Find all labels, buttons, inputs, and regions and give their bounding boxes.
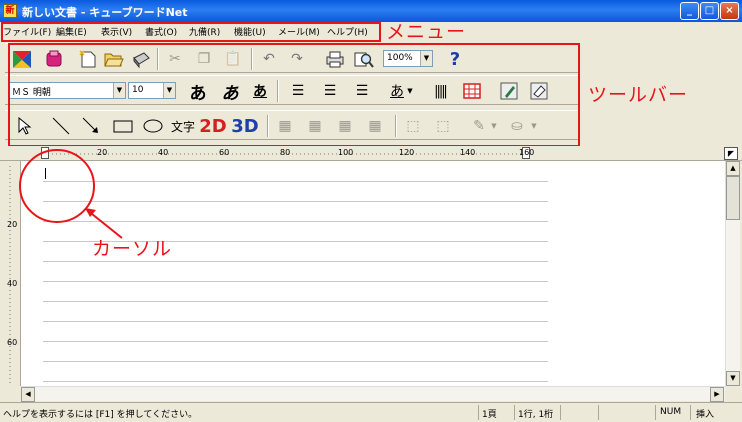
scroll-left-icon[interactable]: ◀ xyxy=(21,387,35,402)
toolbar-highlight-box xyxy=(8,43,580,147)
ruler-label: 140 xyxy=(460,148,476,157)
title-bar[interactable]: 新 新しい文書 - キューブワードNet _ □ × xyxy=(0,0,742,22)
vertical-scrollbar[interactable]: ▲ ▼ xyxy=(725,161,740,386)
status-num-lock: NUM xyxy=(660,407,682,417)
status-position: 1行, 1桁 xyxy=(518,410,554,420)
app-icon[interactable]: 新 xyxy=(3,4,17,18)
vruler-label: 40 xyxy=(7,279,18,288)
separator xyxy=(514,405,515,420)
text-line xyxy=(43,281,548,282)
separator xyxy=(690,405,691,420)
status-page: 1頁 xyxy=(482,410,497,420)
close-button[interactable]: × xyxy=(720,2,739,20)
separator xyxy=(560,405,561,420)
cursor-annotation: カーソル xyxy=(92,238,173,260)
ruler-label: 60 xyxy=(219,148,230,157)
scroll-right-icon[interactable]: ▶ xyxy=(710,387,724,402)
text-line xyxy=(43,301,548,302)
ruler-label: 100 xyxy=(338,148,354,157)
menu-highlight-box xyxy=(1,22,381,42)
horizontal-scrollbar[interactable]: ◀ ▶ xyxy=(21,386,725,402)
text-line xyxy=(43,361,548,362)
text-line xyxy=(43,321,548,322)
status-bar: ヘルプを表示するには [F1] を押してください。 1頁 1行, 1桁 NUM … xyxy=(0,402,742,422)
ruler-corner-icon[interactable]: ◤ xyxy=(724,147,738,160)
text-line xyxy=(43,381,548,382)
toolbar-annotation: ツールバー xyxy=(588,84,689,106)
scroll-down-icon[interactable]: ▼ xyxy=(726,371,740,386)
ruler-label: 120 xyxy=(399,148,415,157)
scroll-thumb[interactable] xyxy=(726,176,740,220)
scroll-up-icon[interactable]: ▲ xyxy=(726,161,740,176)
ruler-label: 160 xyxy=(519,148,535,157)
application-window: 新 新しい文書 - キューブワードNet _ □ × ファイル(F) 編集(E)… xyxy=(0,0,742,422)
status-insert-mode: 挿入 xyxy=(696,410,715,420)
separator xyxy=(598,405,599,420)
separator xyxy=(478,405,479,420)
menu-annotation: メニュー xyxy=(386,21,467,43)
text-line xyxy=(43,341,548,342)
vruler-label: 60 xyxy=(7,338,18,347)
maximize-button[interactable]: □ xyxy=(700,2,719,20)
separator xyxy=(655,405,656,420)
status-help-text: ヘルプを表示するには [F1] を押してください。 xyxy=(3,410,198,420)
minimize-button[interactable]: _ xyxy=(680,2,699,20)
ruler-label: 80 xyxy=(280,148,291,157)
window-title: 新しい文書 - キューブワードNet xyxy=(22,6,188,19)
